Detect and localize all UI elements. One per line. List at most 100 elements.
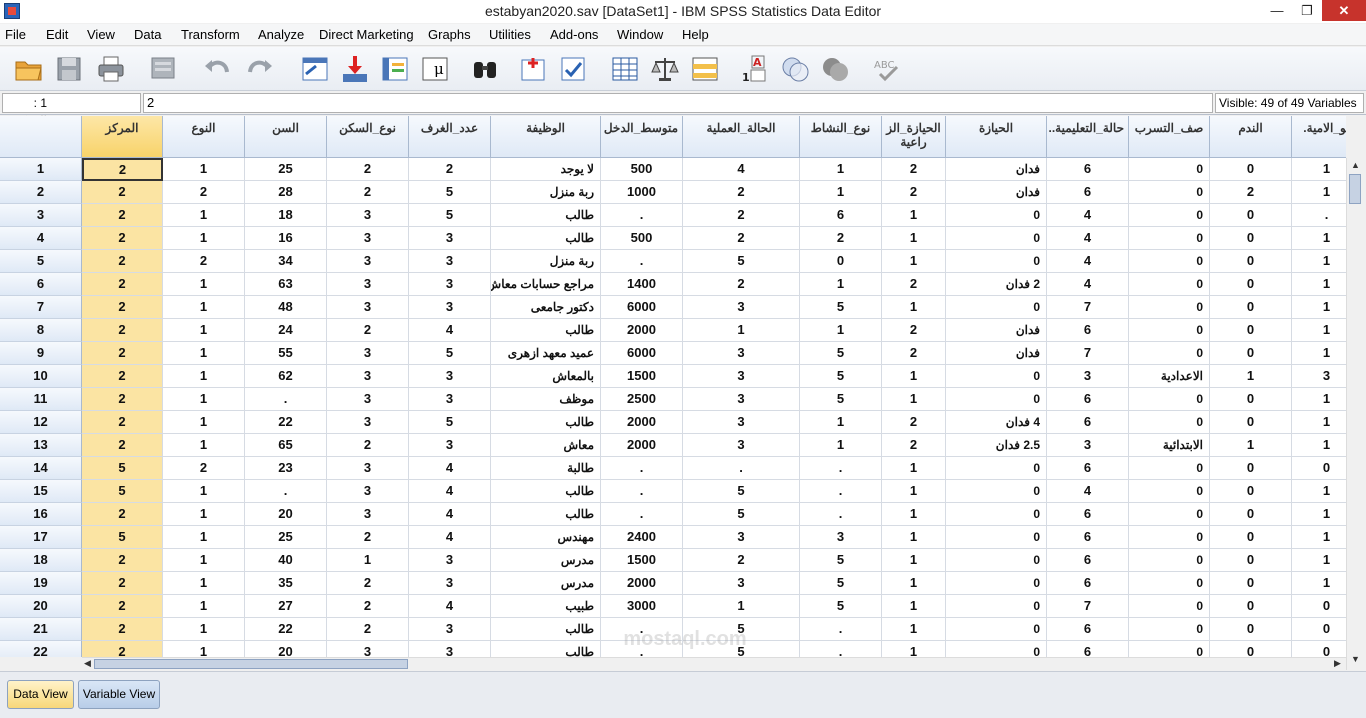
data-cell[interactable]: 3 [409, 618, 491, 641]
column-header[interactable]: الندم [1210, 116, 1292, 158]
data-cell[interactable]: 0 [1129, 388, 1210, 411]
data-cell[interactable]: 2400 [601, 526, 683, 549]
data-cell[interactable]: 0 [1129, 480, 1210, 503]
row-header[interactable]: 3 [0, 204, 82, 227]
data-cell[interactable]: 1 [1292, 526, 1346, 549]
menu-window[interactable]: Window [617, 27, 663, 42]
column-header[interactable]: نوع_النشاط [800, 116, 882, 158]
data-cell[interactable]: 3 [327, 480, 409, 503]
data-cell[interactable]: 2 [882, 411, 946, 434]
data-cell[interactable]: 0 [1129, 319, 1210, 342]
horizontal-scrollbar[interactable]: ◀ ▶ [82, 657, 1346, 670]
data-cell[interactable]: 1 [163, 526, 245, 549]
data-cell[interactable]: 5 [409, 342, 491, 365]
data-cell[interactable]: 20 [245, 503, 327, 526]
row-header[interactable]: 14 [0, 457, 82, 480]
data-cell[interactable]: طبيب [491, 595, 601, 618]
data-cell[interactable]: 5 [800, 342, 882, 365]
data-cell[interactable]: 0 [1292, 618, 1346, 641]
data-cell[interactable]: 1 [1210, 434, 1292, 457]
data-cell[interactable]: . [245, 480, 327, 503]
data-cell[interactable]: دكتور جامعى [491, 296, 601, 319]
data-cell[interactable]: 0 [1210, 595, 1292, 618]
column-header[interactable]: الحيازة_الز راعية [882, 116, 946, 158]
data-cell[interactable]: 0 [946, 503, 1047, 526]
data-cell[interactable]: 0 [800, 250, 882, 273]
data-cell[interactable]: 0 [1129, 204, 1210, 227]
data-cell[interactable]: 1 [163, 273, 245, 296]
data-cell[interactable]: فدان [946, 158, 1047, 181]
data-cell[interactable]: 5 [800, 296, 882, 319]
data-cell[interactable]: 2 [82, 204, 163, 227]
data-cell[interactable]: 3 [327, 365, 409, 388]
data-cell[interactable]: 3 [409, 572, 491, 595]
data-cell[interactable]: طالب [491, 204, 601, 227]
data-cell[interactable]: 0 [1129, 503, 1210, 526]
data-cell[interactable]: 0 [1210, 503, 1292, 526]
data-cell[interactable]: 2 [683, 227, 800, 250]
data-cell[interactable]: 0 [946, 549, 1047, 572]
data-cell[interactable]: 2 [683, 204, 800, 227]
vertical-scrollbar[interactable]: ▲ ▼ [1346, 158, 1363, 670]
data-cell[interactable]: معاش [491, 434, 601, 457]
scroll-down-arrow-icon[interactable]: ▼ [1351, 654, 1360, 664]
data-cell[interactable]: 1 [1292, 388, 1346, 411]
data-cell[interactable]: . [800, 480, 882, 503]
go-to-case-icon[interactable] [298, 52, 332, 86]
data-cell[interactable]: 2 [327, 618, 409, 641]
data-cell[interactable]: 4 [1047, 204, 1129, 227]
data-cell[interactable]: 6000 [601, 296, 683, 319]
data-cell[interactable]: 1 [163, 227, 245, 250]
data-cell[interactable]: 1 [882, 250, 946, 273]
data-cell[interactable]: 3 [409, 641, 491, 657]
menu-utilities[interactable]: Utilities [489, 27, 531, 42]
data-cell[interactable]: . [601, 480, 683, 503]
data-cell[interactable]: 1 [163, 296, 245, 319]
data-cell[interactable]: 1 [1292, 181, 1346, 204]
data-cell[interactable]: فدان [946, 319, 1047, 342]
data-cell[interactable]: 2 [82, 595, 163, 618]
data-cell[interactable]: 22 [245, 411, 327, 434]
data-cell[interactable]: 3 [327, 204, 409, 227]
row-header[interactable]: 11 [0, 388, 82, 411]
data-cell[interactable]: 2 [882, 181, 946, 204]
column-header[interactable]: السن [245, 116, 327, 158]
column-header[interactable]: صف_التسرب [1129, 116, 1210, 158]
tab-data-view[interactable]: Data View [7, 680, 74, 709]
data-cell[interactable]: 2 [327, 572, 409, 595]
data-cell[interactable]: 6 [1047, 503, 1129, 526]
data-cell[interactable]: 5 [683, 503, 800, 526]
data-cell[interactable]: 1 [882, 227, 946, 250]
data-cell[interactable]: 1500 [601, 549, 683, 572]
data-cell[interactable]: 5 [409, 411, 491, 434]
data-cell[interactable]: طالب [491, 618, 601, 641]
data-cell[interactable]: 25 [245, 526, 327, 549]
column-header[interactable]: عدد_الغرف [409, 116, 491, 158]
data-cell[interactable]: 2000 [601, 572, 683, 595]
data-cell[interactable]: 2 [1210, 181, 1292, 204]
data-cell[interactable]: 0 [1210, 549, 1292, 572]
row-header[interactable]: 13 [0, 434, 82, 457]
data-cell[interactable]: 4 [409, 457, 491, 480]
data-cell[interactable]: 3 [683, 342, 800, 365]
data-cell[interactable]: 3 [327, 273, 409, 296]
data-cell[interactable]: 1 [882, 526, 946, 549]
row-header[interactable]: 16 [0, 503, 82, 526]
data-cell[interactable]: 4 [683, 158, 800, 181]
data-cell[interactable]: 3 [409, 250, 491, 273]
data-cell[interactable]: 6 [1047, 411, 1129, 434]
data-cell[interactable]: 2 [327, 158, 409, 181]
data-cell[interactable]: 4 [1047, 273, 1129, 296]
data-cell[interactable]: 0 [1210, 273, 1292, 296]
data-cell[interactable]: 2 [82, 503, 163, 526]
weight-cases-icon[interactable] [648, 52, 682, 86]
data-cell[interactable]: 2 [163, 250, 245, 273]
data-cell[interactable]: 3 [1292, 365, 1346, 388]
data-cell[interactable]: ربة منزل [491, 181, 601, 204]
data-cell[interactable]: . [800, 641, 882, 657]
data-cell[interactable]: 2 [882, 273, 946, 296]
data-cell[interactable]: 2 [327, 595, 409, 618]
data-cell[interactable]: 2 فدان [946, 273, 1047, 296]
row-header[interactable]: 7 [0, 296, 82, 319]
scroll-left-arrow-icon[interactable]: ◀ [84, 658, 91, 669]
